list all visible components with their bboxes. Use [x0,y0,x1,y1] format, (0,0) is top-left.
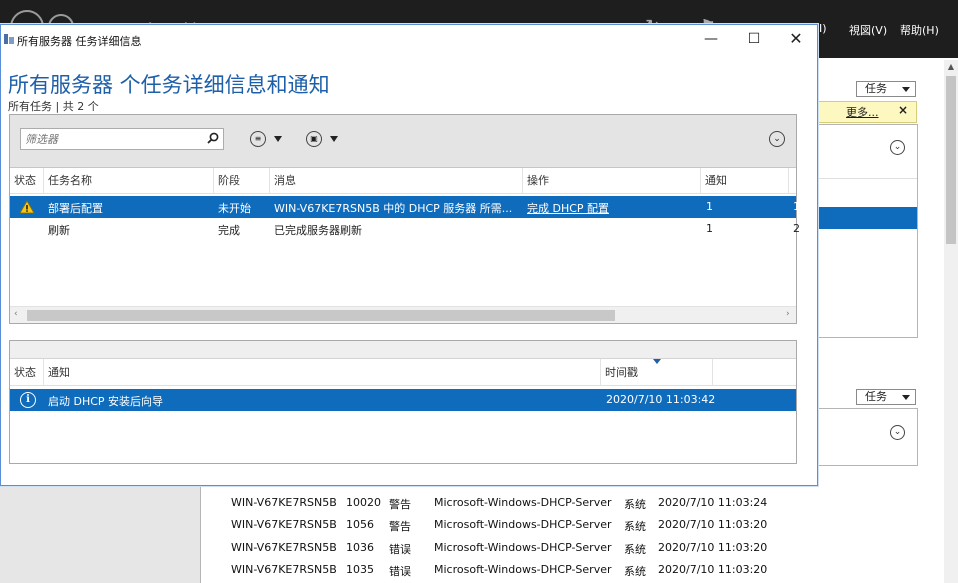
expand-chevron-icon[interactable]: ⌄ [769,131,785,147]
list-view-icon[interactable]: ≡ [250,131,266,147]
filter-input[interactable] [21,129,201,149]
event-source: Microsoft-Windows-DHCP-Server [434,518,612,531]
task-row[interactable]: 刷新 完成 已完成服务器刷新 1 2 [10,218,800,240]
column-action[interactable]: 操作 [523,168,701,194]
more-link[interactable]: 更多... [846,104,879,120]
minimize-icon[interactable]: — [696,29,726,51]
dialog-titlebar[interactable]: 所有服务器 任务详细信息 — ☐ ✕ [1,25,817,53]
event-source: Microsoft-Windows-DHCP-Server [434,541,612,554]
column-task-name[interactable]: 任务名称 [44,168,214,194]
event-log: 系统 [624,520,646,533]
close-icon[interactable]: × [898,103,908,117]
notifications-toolbar [10,341,796,359]
task-details-dialog: 所有服务器 任务详细信息 — ☐ ✕ 所有服务器 个任务详细信息和通知 所有任务… [0,24,818,486]
task-extra: 2 [793,222,800,235]
event-id: 1035 [346,563,374,576]
complete-dhcp-config-link[interactable]: 完成 DHCP 配置 [527,200,609,216]
chevron-down-icon[interactable] [330,136,338,142]
event-level: 警告 [389,520,411,533]
warning-icon [19,200,35,214]
scroll-up-arrow-icon[interactable]: ▲ [944,62,958,72]
event-time: 2020/7/10 11:03:20 [658,563,768,576]
maximize-icon[interactable]: ☐ [739,29,769,51]
notification-text: 启动 DHCP 安装后向导 [48,395,164,408]
event-time: 2020/7/10 11:03:20 [658,541,768,554]
selected-server-row[interactable] [817,207,917,229]
event-log: 系统 [624,543,646,556]
divider [818,178,917,179]
scrollbar-thumb[interactable] [946,76,956,244]
tasks-grid: ≡ ▣ ⌄ 状态 任务名称 阶段 消息 操作 通知 ⋮ 部署后配置 未开始 WI… [9,114,800,324]
horizontal-scrollbar[interactable]: ‹ › [10,306,796,323]
task-notification-count: 1 [706,200,713,213]
scrollbar-thumb[interactable] [27,310,615,321]
task-row[interactable]: 部署后配置 未开始 WIN-V67KE7RSN5B 中的 DHCP 服务器 所需… [10,196,800,218]
event-id: 1036 [346,541,374,554]
event-log: 系统 [624,498,646,511]
tasks-header: 状态 任务名称 阶段 消息 操作 通知 ⋮ [10,168,796,194]
task-message: WIN-V67KE7RSN5B 中的 DHCP 服务器 所需... [274,202,513,215]
event-server: WIN-V67KE7RSN5B [231,496,337,509]
expand-chevron-icon-2[interactable]: ⌄ [890,425,905,440]
notification-row[interactable]: i 启动 DHCP 安装后向导 2020/7/10 11:03:42 [10,389,796,411]
column-stage[interactable]: 阶段 [214,168,270,194]
event-id: 10020 [346,496,381,509]
notification-timestamp: 2020/7/10 11:03:42 [606,393,716,406]
task-name: 刷新 [48,224,70,237]
dialog-title: 所有服务器 任务详细信息 [17,35,142,48]
tasks-dropdown-button-2[interactable]: 任务 [856,389,916,405]
column-message[interactable]: 消息 [270,168,523,194]
event-server: WIN-V67KE7RSN5B [231,518,337,531]
task-count-subtitle: 所有任务 | 共 2 个 [8,100,99,113]
menu-help[interactable]: 帮助(H) [900,22,939,38]
task-extra: 1 [793,200,800,213]
page-title: 所有服务器 个任务详细信息和通知 [8,73,330,97]
task-message: 已完成服务器刷新 [274,224,362,237]
tasks-toolbar: ≡ ▣ ⌄ [10,115,796,168]
event-source: Microsoft-Windows-DHCP-Server [434,496,612,509]
event-source: Microsoft-Windows-DHCP-Server [434,563,612,576]
chevron-down-icon [902,87,910,92]
task-stage: 未开始 [218,202,251,215]
column-notification[interactable]: 通知 [44,359,601,386]
task-notification-count: 1 [706,222,713,235]
column-overflow[interactable]: ⋮ [789,168,796,194]
search-icon[interactable] [207,132,219,144]
column-status[interactable]: 状态 [10,359,44,386]
events-panel [817,124,918,338]
info-icon: i [20,392,36,408]
filter-box[interactable] [20,128,224,150]
scroll-right-arrow-icon[interactable]: › [786,309,790,319]
chevron-down-icon[interactable] [274,136,282,142]
event-log: 系统 [624,565,646,578]
menu-view[interactable]: 視図(V) [849,22,887,38]
server-manager-app-icon [4,34,14,44]
task-name: 部署后配置 [48,202,103,215]
notifications-header: 状态 通知 时间戳 [10,359,796,386]
column-status[interactable]: 状态 [10,168,44,194]
tasks-dropdown-button[interactable]: 任务 [856,81,916,97]
event-level: 警告 [389,498,411,511]
menu-tools-fragment[interactable]: I) [819,22,827,35]
chevron-down-icon [902,395,910,400]
scroll-left-arrow-icon[interactable]: ‹ [14,309,18,319]
tasks-button-label: 任务 [865,82,887,95]
event-id: 1056 [346,518,374,531]
column-notifications[interactable]: 通知 [701,168,789,194]
event-server: WIN-V67KE7RSN5B [231,563,337,576]
event-level: 错误 [389,565,411,578]
save-query-icon[interactable]: ▣ [306,131,322,147]
event-server: WIN-V67KE7RSN5B [231,541,337,554]
notifications-grid: 状态 通知 时间戳 i 启动 DHCP 安装后向导 2020/7/10 11:0… [9,340,797,464]
tasks-button-label-2: 任务 [865,390,887,403]
event-time: 2020/7/10 11:03:24 [658,496,768,509]
event-level: 错误 [389,543,411,556]
expand-chevron-icon[interactable]: ⌄ [890,140,905,155]
event-time: 2020/7/10 11:03:20 [658,518,768,531]
close-icon[interactable]: ✕ [781,29,811,51]
task-stage: 完成 [218,224,240,237]
sort-descending-icon [653,359,661,364]
